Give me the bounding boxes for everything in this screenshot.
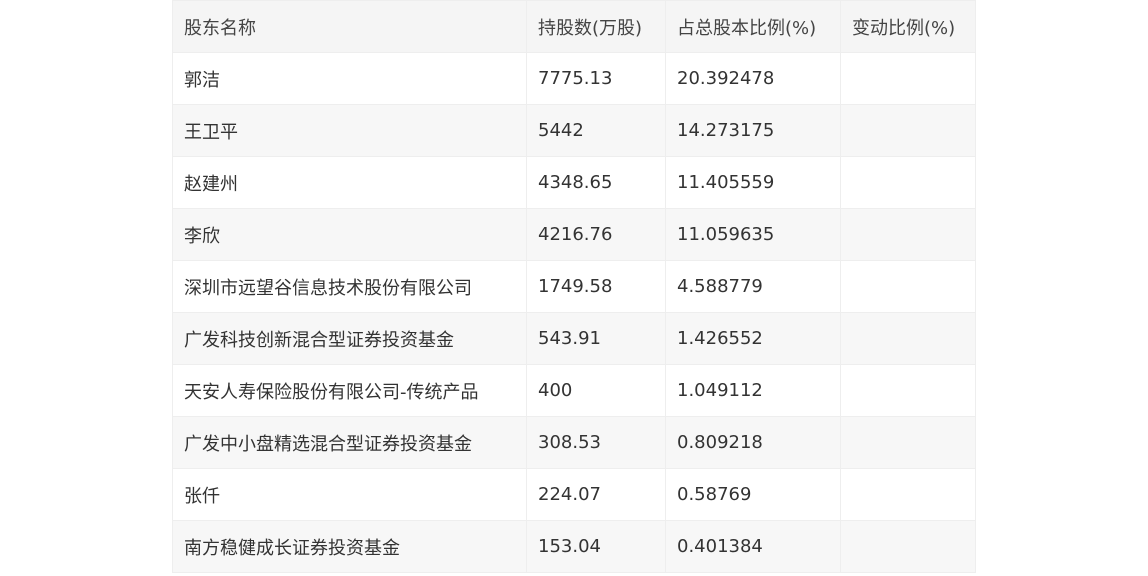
cell-share-ratio: 11.059635 [665, 208, 841, 261]
cell-shares-held: 4348.65 [526, 156, 666, 209]
table-row: 李欣 4216.76 11.059635 [172, 208, 976, 261]
cell-share-ratio: 1.049112 [665, 364, 841, 417]
cell-share-ratio: 4.588779 [665, 260, 841, 313]
cell-shares-held: 308.53 [526, 416, 666, 469]
cell-share-ratio: 0.58769 [665, 468, 841, 521]
cell-change-ratio [840, 520, 976, 573]
cell-change-ratio [840, 416, 976, 469]
table-row: 郭洁 7775.13 20.392478 [172, 52, 976, 105]
table-row: 南方稳健成长证券投资基金 153.04 0.401384 [172, 520, 976, 573]
header-change-ratio: 变动比例(%) [840, 0, 976, 53]
shareholder-table: 股东名称 持股数(万股) 占总股本比例(%) 变动比例(%) 郭洁 7775.1… [172, 0, 976, 573]
table-row: 广发中小盘精选混合型证券投资基金 308.53 0.809218 [172, 416, 976, 469]
cell-change-ratio [840, 364, 976, 417]
cell-shareholder-name: 南方稳健成长证券投资基金 [172, 520, 527, 573]
cell-change-ratio [840, 260, 976, 313]
cell-shares-held: 224.07 [526, 468, 666, 521]
cell-share-ratio: 14.273175 [665, 104, 841, 157]
table-header-row: 股东名称 持股数(万股) 占总股本比例(%) 变动比例(%) [172, 0, 976, 53]
cell-shareholder-name: 王卫平 [172, 104, 527, 157]
cell-shares-held: 1749.58 [526, 260, 666, 313]
cell-shareholder-name: 广发中小盘精选混合型证券投资基金 [172, 416, 527, 469]
cell-shareholder-name: 天安人寿保险股份有限公司-传统产品 [172, 364, 527, 417]
cell-shareholder-name: 张仟 [172, 468, 527, 521]
cell-shares-held: 7775.13 [526, 52, 666, 105]
cell-change-ratio [840, 52, 976, 105]
cell-share-ratio: 0.401384 [665, 520, 841, 573]
cell-change-ratio [840, 156, 976, 209]
cell-share-ratio: 0.809218 [665, 416, 841, 469]
cell-shareholder-name: 李欣 [172, 208, 527, 261]
cell-shares-held: 4216.76 [526, 208, 666, 261]
table-row: 深圳市远望谷信息技术股份有限公司 1749.58 4.588779 [172, 260, 976, 313]
cell-change-ratio [840, 468, 976, 521]
cell-change-ratio [840, 312, 976, 365]
cell-shares-held: 543.91 [526, 312, 666, 365]
table-row: 王卫平 5442 14.273175 [172, 104, 976, 157]
cell-shares-held: 5442 [526, 104, 666, 157]
table-row: 赵建州 4348.65 11.405559 [172, 156, 976, 209]
cell-shares-held: 400 [526, 364, 666, 417]
table-row: 张仟 224.07 0.58769 [172, 468, 976, 521]
cell-change-ratio [840, 208, 976, 261]
table-row: 天安人寿保险股份有限公司-传统产品 400 1.049112 [172, 364, 976, 417]
cell-shareholder-name: 深圳市远望谷信息技术股份有限公司 [172, 260, 527, 313]
header-share-ratio: 占总股本比例(%) [665, 0, 841, 53]
cell-share-ratio: 1.426552 [665, 312, 841, 365]
header-shares-held: 持股数(万股) [526, 0, 666, 53]
cell-change-ratio [840, 104, 976, 157]
shareholder-table-container: 股东名称 持股数(万股) 占总股本比例(%) 变动比例(%) 郭洁 7775.1… [172, 0, 976, 573]
cell-shareholder-name: 郭洁 [172, 52, 527, 105]
cell-shares-held: 153.04 [526, 520, 666, 573]
table-row: 广发科技创新混合型证券投资基金 543.91 1.426552 [172, 312, 976, 365]
cell-share-ratio: 11.405559 [665, 156, 841, 209]
cell-share-ratio: 20.392478 [665, 52, 841, 105]
cell-shareholder-name: 广发科技创新混合型证券投资基金 [172, 312, 527, 365]
header-shareholder-name: 股东名称 [172, 0, 527, 53]
cell-shareholder-name: 赵建州 [172, 156, 527, 209]
